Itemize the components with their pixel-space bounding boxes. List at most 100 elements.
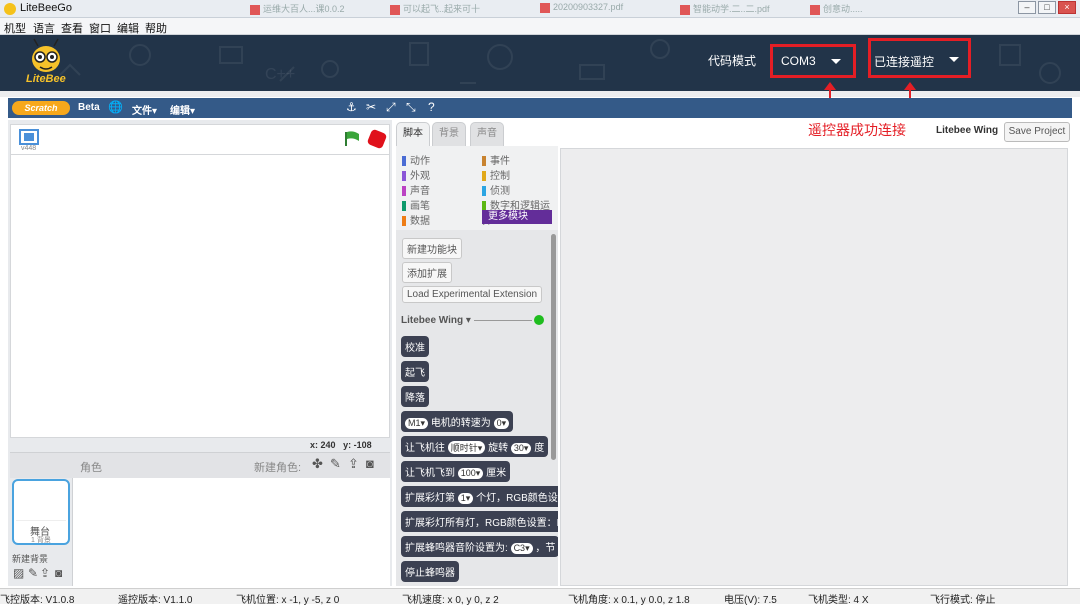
- window-titlebar: LiteBeeGo 运维大百人...课0.0.2 可以起飞..起来可十 2020…: [0, 0, 1080, 18]
- block-buzzer-tone[interactable]: 扩展蜂鸣器音阶设置为: C3▾ ，节: [401, 536, 558, 557]
- taskbar-tab[interactable]: 可以起飞..起来可十: [390, 2, 510, 16]
- minimize-button[interactable]: –: [1018, 1, 1036, 14]
- tab-sounds[interactable]: 声音: [470, 122, 504, 146]
- block-led-single[interactable]: 扩展彩灯第 1▾ 个灯，RGB颜色设置: [401, 486, 558, 507]
- tab-backdrops[interactable]: 背景: [432, 122, 466, 146]
- menu-bar: 机型 语言 查看 窗口 编辑 帮助: [0, 18, 1080, 35]
- palette-scrollbar[interactable]: [551, 234, 556, 460]
- duplicate-stamp-icon[interactable]: ⚓: [346, 100, 357, 114]
- color-swatch: [482, 171, 486, 182]
- connection-select[interactable]: 已连接遥控: [868, 38, 971, 78]
- palette-tabs: 脚本 背景 声音: [392, 122, 562, 146]
- category-events[interactable]: 事件: [482, 152, 510, 167]
- header-gap: [0, 91, 1080, 97]
- paint-new-sprite-icon[interactable]: ✤: [312, 456, 323, 472]
- pdf-icon: [810, 4, 820, 15]
- tone-select[interactable]: C3▾: [510, 543, 533, 554]
- add-extension-button[interactable]: 添加扩展: [402, 262, 452, 283]
- cut-icon[interactable]: ✂: [366, 100, 376, 114]
- save-project-button[interactable]: Save Project: [1004, 122, 1070, 142]
- block-palette: 新建功能块 添加扩展 Load Experimental Extension L…: [396, 230, 558, 586]
- category-control[interactable]: 控制: [482, 167, 510, 182]
- degree-input[interactable]: 30▾: [510, 443, 532, 454]
- category-data[interactable]: 数据: [402, 212, 430, 227]
- menu-language[interactable]: 语言: [33, 20, 55, 36]
- menu-edit[interactable]: 编辑: [117, 20, 139, 36]
- chevron-down-icon: [949, 57, 959, 62]
- sprite-list[interactable]: [72, 478, 390, 586]
- brush-icon[interactable]: ✎: [330, 456, 341, 472]
- shrink-icon[interactable]: ⤡: [406, 100, 416, 115]
- arrow-head-icon: [904, 82, 916, 90]
- edit-menu[interactable]: 编辑▾: [170, 102, 195, 117]
- category-sensing[interactable]: 侦测: [482, 182, 510, 197]
- scratch-toolbar: Scratch Beta 🌐 文件▾ 编辑▾ ⚓ ✂ ⤢ ⤡ ?: [8, 98, 1072, 118]
- backdrop-library-icon[interactable]: ▨: [13, 566, 24, 580]
- doc-icon: [250, 4, 260, 15]
- taskbar-tab[interactable]: 20200903327.pdf: [540, 2, 660, 16]
- speed-input[interactable]: 0▾: [493, 418, 510, 429]
- menu-window[interactable]: 窗口: [89, 20, 111, 36]
- upload-sprite-icon[interactable]: ⇪: [348, 456, 359, 472]
- new-sprite-label: 新建角色:: [254, 462, 302, 474]
- block-categories: 动作 事件 外观 控制 声音 侦测 画笔 数字和逻辑运算 数据 更多模块: [396, 146, 558, 230]
- file-menu[interactable]: 文件▾: [132, 102, 157, 117]
- com-port-value: COM3: [781, 54, 816, 68]
- motor-select[interactable]: M1▾: [405, 418, 429, 429]
- x-label: x:: [310, 440, 319, 450]
- load-experimental-extension-button[interactable]: Load Experimental Extension: [402, 286, 543, 303]
- direction-select[interactable]: 顺时针▾: [447, 441, 486, 454]
- tab-scripts[interactable]: 脚本: [396, 122, 430, 146]
- stage-thumbnail: [16, 483, 66, 521]
- camera-icon[interactable]: ◙: [55, 566, 62, 580]
- category-sound[interactable]: 声音: [402, 182, 430, 197]
- grow-icon[interactable]: ⤢: [386, 100, 396, 115]
- window-title: LiteBeeGo: [20, 2, 72, 14]
- green-flag-icon[interactable]: [343, 130, 361, 148]
- block-takeoff[interactable]: 起飞: [401, 361, 429, 382]
- category-motion[interactable]: 动作: [402, 152, 430, 167]
- extension-name[interactable]: Litebee Wing ▾: [401, 315, 471, 326]
- app-icon: [4, 3, 16, 15]
- fullscreen-icon[interactable]: [19, 129, 39, 145]
- taskbar-tab[interactable]: 创意动.....: [810, 2, 910, 16]
- block-motor-speed[interactable]: M1▾ 电机的转速为 0▾: [401, 411, 514, 432]
- stage-canvas[interactable]: [10, 154, 390, 438]
- block-calibrate[interactable]: 校准: [401, 336, 429, 357]
- led-index-select[interactable]: 1▾: [457, 493, 474, 504]
- menu-help[interactable]: 帮助: [145, 20, 167, 36]
- block-stop-buzzer[interactable]: 停止蜂鸣器: [401, 561, 459, 582]
- category-more-blocks[interactable]: 更多模块: [482, 210, 552, 224]
- taskbar-tab[interactable]: 智能动学.二..二.pdf: [680, 2, 790, 16]
- maximize-button[interactable]: □: [1038, 1, 1056, 14]
- color-swatch: [402, 201, 406, 212]
- menu-view[interactable]: 查看: [61, 20, 83, 36]
- taskbar-tab[interactable]: 运维大百人...课0.0.2: [250, 2, 370, 16]
- height-input[interactable]: 100▾: [457, 468, 484, 479]
- category-looks[interactable]: 外观: [402, 167, 430, 182]
- help-icon[interactable]: ?: [428, 100, 435, 114]
- brush-icon[interactable]: ✎: [28, 566, 38, 580]
- stop-icon[interactable]: [366, 128, 388, 150]
- com-port-select[interactable]: COM3: [770, 44, 856, 78]
- block-led-all[interactable]: 扩展彩灯所有灯，RGB颜色设置：R: [401, 511, 558, 532]
- bee-logo-icon: [32, 38, 60, 72]
- menu-model[interactable]: 机型: [4, 20, 26, 36]
- make-block-button[interactable]: 新建功能块: [402, 238, 462, 259]
- block-fly-height[interactable]: 让飞机飞到 100▾ 厘米: [401, 461, 511, 482]
- color-swatch: [402, 171, 406, 182]
- stage-tile[interactable]: 舞台 1 背景: [12, 479, 70, 545]
- connection-status-value: 已连接遥控: [874, 55, 935, 69]
- status-bar: 飞控版本: V1.0.8 遥控版本: V1.1.0 飞机位置: x -1, y …: [0, 588, 1080, 606]
- globe-icon[interactable]: 🌐: [108, 100, 123, 114]
- script-canvas[interactable]: [560, 148, 1068, 586]
- color-swatch: [402, 186, 406, 197]
- annotation-text: 遥控器成功连接: [808, 122, 906, 138]
- block-rotate[interactable]: 让飞机往 顺时针▾ 旋转 30▾ 度: [401, 436, 549, 457]
- category-pen[interactable]: 画笔: [402, 197, 430, 212]
- upload-backdrop-icon[interactable]: ⇪: [40, 566, 50, 580]
- camera-icon[interactable]: ◙: [366, 456, 374, 471]
- close-button[interactable]: ×: [1058, 1, 1076, 14]
- beta-label: Beta: [78, 102, 100, 113]
- block-land[interactable]: 降落: [401, 386, 429, 407]
